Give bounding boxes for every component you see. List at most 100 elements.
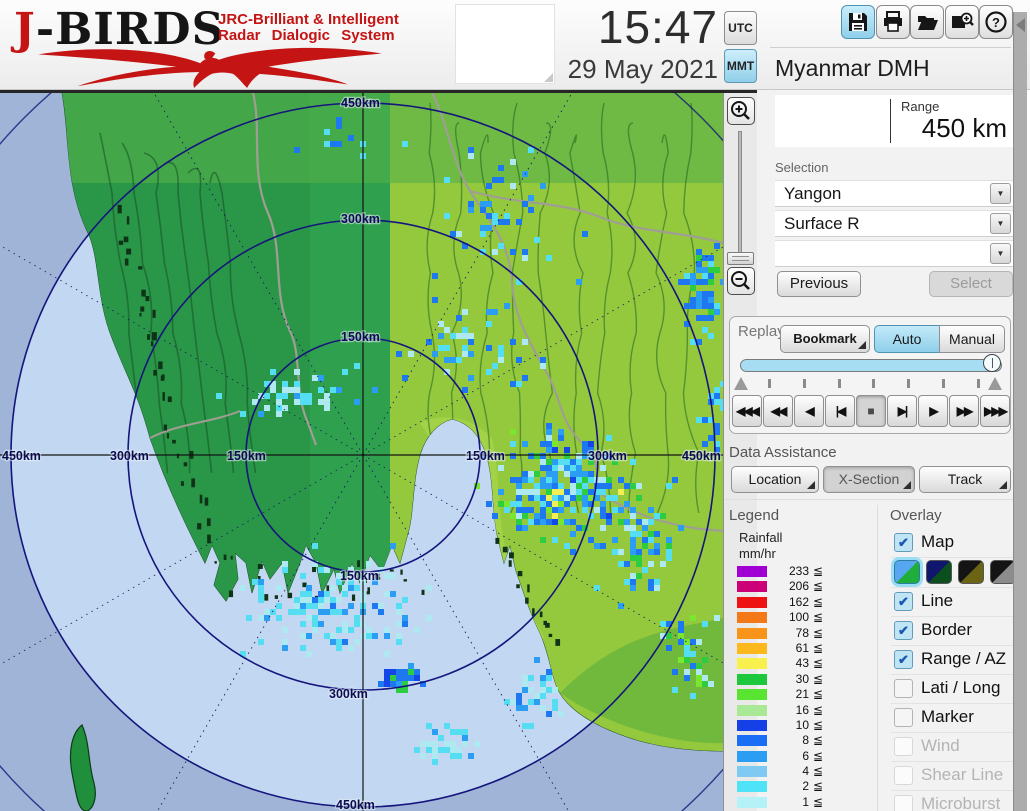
checkbox[interactable]	[894, 708, 913, 727]
legend-swatch	[737, 581, 767, 593]
collapse-panel-icon[interactable]	[1016, 18, 1025, 32]
legend-value: 61	[795, 640, 809, 655]
legend-swatch	[737, 612, 767, 624]
rewind-button[interactable]: ◀◀	[763, 395, 793, 427]
track-button[interactable]: Track	[919, 466, 1011, 493]
step-forward-button[interactable]: ▶|	[887, 395, 917, 427]
checkbox[interactable]: ✔	[894, 592, 913, 611]
image-capture-button[interactable]	[944, 5, 979, 39]
zoom-out-icon	[731, 271, 750, 290]
legend-value: 233	[788, 564, 809, 578]
legend-row: 61 ≦	[737, 641, 837, 656]
fast-rewind-button[interactable]: ◀◀◀	[732, 395, 762, 427]
legend-lte-symbol: ≦	[813, 733, 824, 748]
checkbox	[894, 737, 913, 756]
overlay-label: Range / AZ	[921, 649, 1007, 668]
site-combobox[interactable]: Yangon ▼	[775, 180, 1013, 207]
mmt-button[interactable]: MMT	[724, 49, 757, 83]
overlay-label: Lati / Long	[921, 678, 1001, 697]
product-value: Surface R	[784, 214, 860, 233]
legend-lte-symbol: ≦	[813, 594, 824, 609]
map-style-terrain[interactable]	[894, 560, 920, 584]
play-reverse-button[interactable]: ◀	[794, 395, 824, 427]
chevron-down-icon[interactable]: ▼	[990, 243, 1011, 264]
legend-value: 8	[802, 733, 809, 748]
overlay-row-microburst: Microburst	[891, 791, 1013, 811]
legend-scale: 233 ≦ 206 ≦ 162 ≦ 100 ≦ 78 ≦ 61 ≦ 43 ≦ 30 ≦ 21 ≦ 16 ≦ 10 ≦ 8 ≦ 6…	[737, 564, 837, 810]
ring-label: 150km	[466, 449, 505, 463]
fast-forward-button[interactable]: ▶▶	[949, 395, 979, 427]
step-back-button[interactable]: |◀	[825, 395, 855, 427]
help-icon: ?	[985, 11, 1007, 33]
zoom-in-button[interactable]	[727, 97, 755, 125]
range-display: Range 450 km	[775, 95, 1013, 147]
bookmark-button[interactable]: Bookmark	[780, 325, 870, 353]
open-folder-button[interactable]	[910, 5, 944, 39]
legend-lte-symbol: ≦	[813, 625, 824, 640]
legend-value: 206	[788, 579, 809, 594]
replay-label: Replay	[738, 323, 785, 340]
overlay-row-line: ✔ Line	[891, 588, 1013, 617]
checkbox[interactable]: ✔	[894, 621, 913, 640]
replay-slider-handle[interactable]	[983, 354, 1001, 372]
legend-swatch	[737, 704, 767, 716]
select-button[interactable]: Select	[929, 271, 1013, 297]
replay-slider-track[interactable]	[740, 359, 1002, 372]
panel-divider	[770, 47, 1011, 48]
chevron-down-icon[interactable]: ▼	[990, 183, 1011, 204]
legend-value: 2	[802, 779, 809, 794]
map-style-dark-blue[interactable]	[926, 560, 952, 584]
print-button[interactable]	[875, 5, 910, 39]
zoom-in-icon	[731, 101, 750, 120]
previous-button[interactable]: Previous	[777, 271, 861, 297]
product-combobox[interactable]: Surface R ▼	[775, 210, 1013, 237]
selection-label: Selection	[775, 160, 829, 175]
legend-value: 1	[802, 794, 809, 809]
legend-lte-symbol: ≦	[813, 656, 824, 671]
utc-button[interactable]: UTC	[724, 11, 757, 45]
eagle-logo-icon	[38, 47, 382, 88]
stop-button[interactable]: ■	[856, 395, 886, 427]
legend-lte-symbol: ≦	[813, 702, 824, 717]
clock-date: 29 May 2021	[567, 54, 718, 84]
legend-swatch	[737, 781, 767, 793]
replay-range-end-marker[interactable]	[988, 377, 1002, 390]
replay-range-start-marker[interactable]	[734, 377, 748, 390]
save-button[interactable]	[841, 5, 875, 39]
panel-splitter[interactable]	[1013, 12, 1027, 811]
help-button[interactable]: ?	[979, 5, 1013, 39]
legend-row: 10 ≦	[737, 718, 837, 733]
x-section-button[interactable]: X-Section	[823, 466, 915, 493]
logo-tagline-line1: JRC-Brilliant & Intelligent	[218, 11, 399, 28]
legend-unit-line1: Rainfall	[739, 530, 783, 545]
ring-label: 450km	[341, 96, 380, 110]
zoom-slider-thumb[interactable]	[727, 252, 754, 265]
legend-lte-symbol: ≦	[813, 610, 824, 625]
legend-lte-symbol: ≦	[813, 748, 824, 763]
legend-row: 6 ≦	[737, 749, 837, 764]
legend-value: 6	[802, 748, 809, 763]
auto-mode-button[interactable]: Auto	[874, 325, 940, 353]
location-button[interactable]: Location	[731, 466, 819, 493]
jbirds-logo: J-BIRDS JRC-Brilliant & Intelligent Rada…	[10, 2, 410, 88]
map-style-olive[interactable]	[958, 560, 984, 584]
fastest-forward-button[interactable]: ▶▶▶	[980, 395, 1010, 427]
checkbox[interactable]	[894, 679, 913, 698]
checkbox[interactable]: ✔	[894, 533, 913, 552]
legend-row: 100 ≦	[737, 610, 837, 625]
extra-combobox[interactable]: ▼	[775, 240, 1013, 267]
zoom-slider-track[interactable]	[738, 131, 742, 261]
ring-label: 300km	[588, 449, 627, 463]
overlay-row-range-az: ✔ Range / AZ	[891, 646, 1013, 675]
chevron-down-icon[interactable]: ▼	[990, 213, 1011, 234]
play-button[interactable]: ▶	[918, 395, 948, 427]
radar-map[interactable]: 450km 300km 150km 450km 300km 150km 150km 300km…	[0, 93, 723, 811]
legend-row: 2 ≦	[737, 779, 837, 794]
checkbox[interactable]: ✔	[894, 650, 913, 669]
checkbox	[894, 766, 913, 785]
zoom-out-button[interactable]	[727, 267, 755, 295]
print-icon	[883, 11, 902, 32]
legend-swatch	[737, 689, 767, 701]
manual-mode-button[interactable]: Manual	[939, 325, 1005, 353]
legend-value: 162	[788, 594, 809, 609]
